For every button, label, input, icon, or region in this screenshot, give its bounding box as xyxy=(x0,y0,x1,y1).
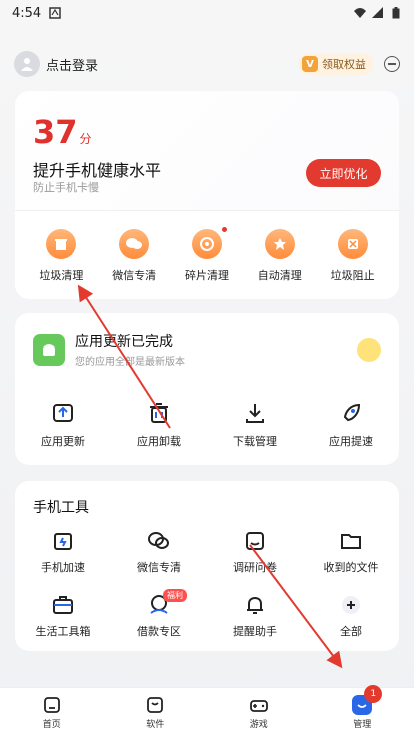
home-icon xyxy=(43,696,60,713)
app-update-card: 应用更新已完成 您的应用全部是最新版本 应用更新 应用卸载 下载管理 应用提速 xyxy=(15,313,399,465)
vip-icon: V xyxy=(302,56,318,72)
survey-icon xyxy=(246,532,264,550)
status-bar: 4:54 xyxy=(0,0,414,26)
tool-label: 自动清理 xyxy=(257,269,302,282)
nav-label: 游戏 xyxy=(249,719,268,730)
tool-wechat-clean[interactable]: 微信专清 xyxy=(104,229,164,283)
action-label: 应用卸载 xyxy=(137,435,181,448)
tool-label: 垃圾清理 xyxy=(39,269,84,282)
nav-label: 软件 xyxy=(146,719,165,730)
tool-junk-block[interactable]: 垃圾阻止 xyxy=(323,229,383,283)
tool-loan-zone[interactable]: 福利 借款专区 xyxy=(111,589,207,639)
user-icon xyxy=(21,58,33,71)
tool-wechat-clean-2[interactable]: 微信专清 xyxy=(111,529,207,575)
tool-label: 全部 xyxy=(340,625,362,638)
tools-title: 手机工具 xyxy=(33,500,89,516)
claim-benefits-button[interactable]: V 领取权益 xyxy=(298,53,374,75)
tool-received-files[interactable]: 收到的文件 xyxy=(303,529,399,575)
nav-games[interactable]: 游戏 xyxy=(229,695,289,730)
android-icon xyxy=(33,333,65,366)
app-update-button[interactable]: 应用更新 xyxy=(25,401,101,449)
battery-icon xyxy=(54,533,72,550)
tool-label: 手机加速 xyxy=(41,561,85,574)
avatar xyxy=(14,51,40,77)
topbar: 点击登录 V 领取权益 xyxy=(14,50,400,78)
nav-home[interactable]: 首页 xyxy=(22,695,82,730)
software-icon xyxy=(147,696,164,713)
block-icon xyxy=(337,229,368,259)
app-speedup-button[interactable]: 应用提速 xyxy=(313,401,389,449)
minimize-icon[interactable] xyxy=(384,56,400,72)
app-uninstall-button[interactable]: 应用卸载 xyxy=(121,401,197,449)
update-title: 应用更新已完成 xyxy=(75,334,173,350)
tool-label: 碎片清理 xyxy=(184,269,229,282)
tool-label: 调研问卷 xyxy=(233,561,277,574)
tool-fragment-clean[interactable]: 碎片清理 xyxy=(177,227,237,283)
action-label: 下载管理 xyxy=(233,435,277,448)
tool-label: 微信专清 xyxy=(137,561,181,574)
rocket-icon xyxy=(343,403,361,422)
health-score-card: 37 分 提升手机健康水平 防止手机卡慢 立即优化 垃圾清理 微信专清 碎片清理 xyxy=(15,91,399,299)
notification-badge: 1 xyxy=(364,684,383,703)
nav-label: 管理 xyxy=(353,719,372,730)
optimize-now-button[interactable]: 立即优化 xyxy=(306,159,381,187)
update-icon xyxy=(53,404,73,422)
toolbox-icon xyxy=(53,596,73,614)
score-title: 提升手机健康水平 xyxy=(33,161,162,180)
bell-icon xyxy=(247,596,263,614)
score-unit: 分 xyxy=(79,132,92,146)
nav-label: 首页 xyxy=(42,719,61,730)
trash-icon xyxy=(46,229,77,259)
tools-grid: 手机加速 微信专清 调研问卷 收到的文件 生活工具箱 福利 借款专区 提醒助手 xyxy=(15,529,399,639)
tool-phone-speedup[interactable]: 手机加速 xyxy=(15,529,111,575)
tool-label: 微信专清 xyxy=(112,269,157,282)
download-manager-button[interactable]: 下载管理 xyxy=(217,401,293,449)
tool-junk-clean[interactable]: 垃圾清理 xyxy=(31,229,91,283)
auto-clean-icon xyxy=(264,229,295,259)
health-score: 37 分 xyxy=(33,113,92,151)
tool-reminder[interactable]: 提醒助手 xyxy=(207,593,303,639)
tool-all[interactable]: 全部 xyxy=(303,593,399,639)
gamepad-icon xyxy=(249,699,268,712)
wechat-icon xyxy=(119,229,150,259)
nav-manage[interactable]: 1 管理 xyxy=(332,684,392,730)
notification-icon xyxy=(49,7,61,19)
tool-label: 收到的文件 xyxy=(323,561,379,574)
new-dot xyxy=(221,227,227,232)
plus-icon xyxy=(342,596,360,614)
tool-auto-clean[interactable]: 自动清理 xyxy=(250,229,310,283)
signal-icon xyxy=(372,7,383,18)
update-subtitle: 您的应用全部是最新版本 xyxy=(75,357,185,368)
status-time: 4:54 xyxy=(12,5,42,21)
score-value: 37 xyxy=(33,113,78,151)
tool-survey[interactable]: 调研问卷 xyxy=(207,529,303,575)
wifi-icon xyxy=(354,8,366,18)
login-label: 点击登录 xyxy=(46,58,99,74)
login-button[interactable]: 点击登录 xyxy=(14,51,98,77)
update-actions: 应用更新 应用卸载 下载管理 应用提速 xyxy=(15,401,399,449)
action-label: 应用提速 xyxy=(329,435,373,448)
chat-icon xyxy=(148,532,169,549)
tool-label: 生活工具箱 xyxy=(35,625,91,638)
fragment-icon xyxy=(191,229,222,259)
phone-tools-card: 手机工具 手机加速 微信专清 调研问卷 收到的文件 生活工具箱 福利 借款专区 xyxy=(15,481,399,651)
uninstall-icon xyxy=(150,403,168,423)
quick-tools-row: 垃圾清理 微信专清 碎片清理 自动清理 垃圾阻止 xyxy=(15,227,399,283)
action-label: 应用更新 xyxy=(41,435,85,448)
tool-label: 借款专区 xyxy=(137,625,181,638)
tool-life-toolbox[interactable]: 生活工具箱 xyxy=(15,593,111,639)
benefit-label: 领取权益 xyxy=(322,58,366,71)
nav-software[interactable]: 软件 xyxy=(125,695,185,730)
tool-label: 垃圾阻止 xyxy=(330,269,375,282)
battery-status-icon xyxy=(392,7,400,19)
bottom-nav: 首页 软件 游戏 1 管理 xyxy=(0,684,414,736)
download-icon xyxy=(246,404,264,423)
promo-tag: 福利 xyxy=(163,589,187,602)
folder-icon xyxy=(341,534,361,549)
emoji-icon xyxy=(357,337,381,362)
score-subtitle: 防止手机卡慢 xyxy=(33,181,99,194)
tool-label: 提醒助手 xyxy=(233,625,277,638)
